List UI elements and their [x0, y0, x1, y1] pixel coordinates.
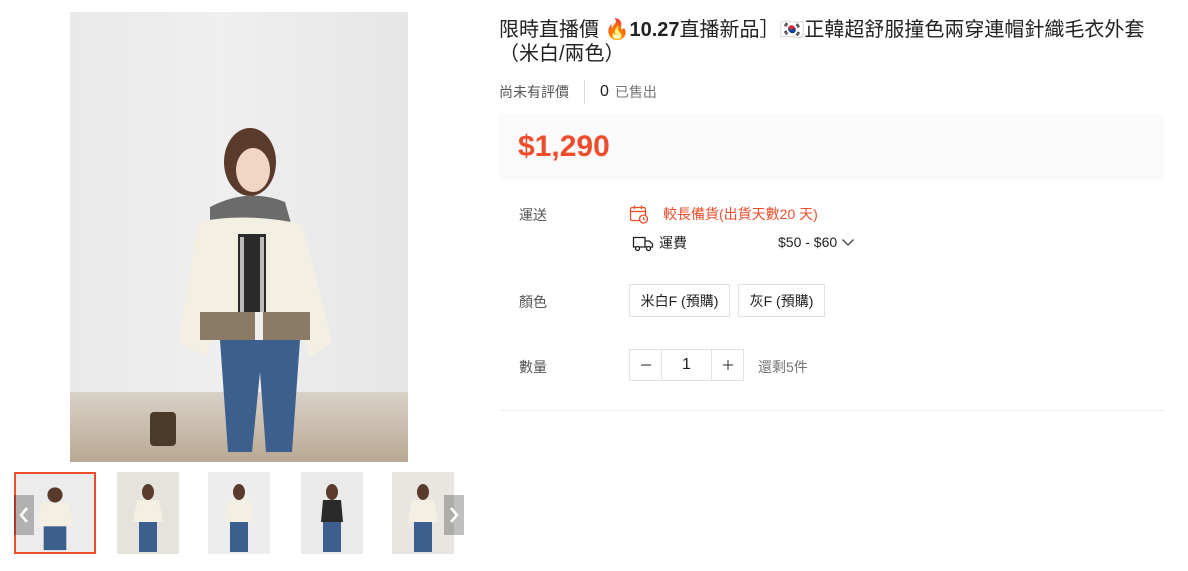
title-prefix: 限時直播價 🔥 [499, 19, 630, 41]
rating-text[interactable]: 尚未有評價 [499, 80, 585, 104]
product-title: 限時直播價 🔥10.27直播新品］🇰🇷正韓超舒服撞色兩穿連帽針織毛衣外套（米白/… [499, 18, 1159, 66]
quantity-increase-button[interactable] [712, 350, 743, 380]
chevron-left-icon [19, 507, 28, 523]
chevron-right-icon [450, 507, 459, 523]
thumbnail-next-button[interactable] [444, 495, 464, 535]
sold-label: 已售出 [614, 84, 657, 100]
thumbnail-3[interactable] [208, 472, 270, 554]
calendar-clock-icon [629, 205, 649, 224]
price-box: $1,290 [499, 114, 1164, 180]
shipping-label: 運送 [519, 207, 547, 223]
product-price: $1,290 [518, 130, 610, 163]
chevron-down-icon [842, 239, 855, 246]
shipping-fee: 運費 [632, 233, 687, 253]
shipping-fee-range: $50 - $60 [778, 234, 838, 250]
stock-text: 還剩5件 [758, 359, 808, 375]
thumbnail-prev-button[interactable] [14, 495, 34, 535]
thumbnail-2[interactable] [117, 472, 179, 554]
thumbnail-4[interactable] [301, 472, 363, 554]
title-highlight: 10.27 [629, 19, 680, 41]
truck-icon [632, 236, 654, 252]
sold-count: 0 [600, 83, 609, 100]
main-product-image[interactable] [70, 12, 408, 462]
color-option-gray[interactable]: 灰F (預購) [738, 284, 825, 317]
quantity-stepper: 1 [629, 349, 744, 381]
section-divider [499, 410, 1164, 411]
shipping-fee-label: 運費 [659, 235, 687, 251]
minus-icon [640, 364, 651, 366]
color-option-white[interactable]: 米白F (預購) [629, 284, 730, 317]
shipping-warning-text: 較長備貨(出貨天數20 天) [663, 206, 818, 222]
quantity-label: 數量 [519, 359, 547, 375]
shipping-fee-dropdown[interactable]: $50 - $60 [778, 234, 855, 250]
quantity-decrease-button[interactable] [630, 350, 661, 380]
shipping-warning: 較長備貨(出貨天數20 天) [629, 204, 818, 224]
product-meta: 尚未有評價 0 已售出 [499, 80, 657, 104]
color-label: 顏色 [519, 294, 547, 310]
plus-icon [722, 360, 733, 370]
thumbnail-strip [14, 472, 464, 554]
model-figure [150, 128, 332, 452]
quantity-input[interactable]: 1 [661, 350, 712, 380]
